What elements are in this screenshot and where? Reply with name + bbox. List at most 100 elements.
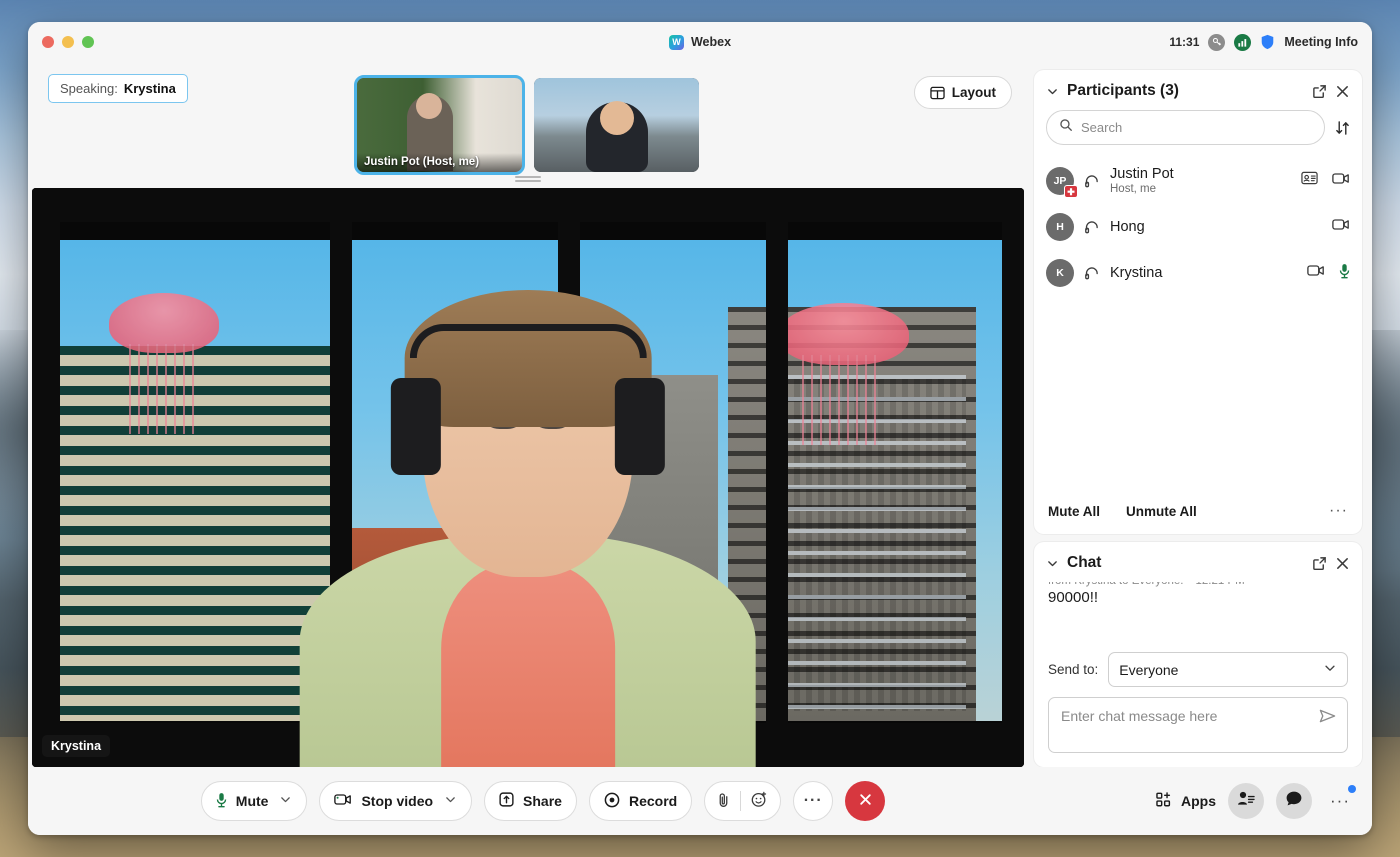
chat-message-time: 12:21 PM: [1196, 582, 1245, 587]
record-button[interactable]: Record: [588, 781, 693, 821]
shield-icon[interactable]: [1260, 34, 1275, 50]
close-icon[interactable]: [1335, 84, 1350, 99]
layout-button[interactable]: Layout: [913, 76, 1012, 109]
avatar-initials: K: [1056, 267, 1064, 279]
chat-message-sender: from Krystina to Everyone:: [1048, 582, 1184, 587]
share-button-label: Share: [523, 793, 562, 809]
chat-bubble-icon: [1285, 790, 1303, 812]
filmstrip-resize-handle[interactable]: [515, 176, 541, 182]
participant-row-krystina[interactable]: K Krystina: [1034, 250, 1362, 296]
participants-search-row: [1034, 110, 1362, 155]
apps-button-label: Apps: [1181, 793, 1217, 809]
main-video[interactable]: Krystina: [32, 188, 1024, 767]
camera-icon[interactable]: [1332, 172, 1350, 190]
send-icon[interactable]: [1319, 708, 1337, 724]
jellyfish-right: [778, 302, 909, 446]
chat-input-wrapper[interactable]: [1048, 697, 1348, 753]
participants-panel-toggle[interactable]: [1228, 783, 1265, 819]
mute-all-button[interactable]: Mute All: [1048, 504, 1100, 519]
stop-video-button-label: Stop video: [361, 793, 434, 809]
popout-icon[interactable]: [1312, 556, 1327, 571]
more-controls-button[interactable]: ···: [793, 781, 834, 821]
layout-button-label: Layout: [951, 85, 996, 100]
participants-panel-footer: Mute All Unmute All ···: [1034, 490, 1362, 534]
reactions-icon[interactable]: [751, 791, 768, 811]
record-icon: [604, 792, 620, 811]
close-icon: [858, 792, 873, 810]
paperclip-icon[interactable]: [717, 792, 730, 811]
key-icon[interactable]: [1208, 33, 1226, 51]
search-input[interactable]: [1081, 120, 1312, 135]
ellipsis-icon: ···: [803, 792, 823, 809]
title-bar: W Webex 11:31 Meeting Info: [28, 22, 1372, 62]
headset-icon: [1084, 219, 1100, 235]
chat-panel: Chat from Krystina to Everyone: 12:21 PM…: [1034, 542, 1362, 767]
participant-info: Hong: [1110, 219, 1322, 235]
chevron-down-icon[interactable]: [1046, 557, 1059, 570]
window-frame-right: [1002, 188, 1024, 767]
participant-info: Justin Pot Host, me: [1110, 166, 1291, 195]
apps-button[interactable]: Apps: [1156, 791, 1217, 811]
share-button[interactable]: Share: [484, 781, 577, 821]
unmute-all-button[interactable]: Unmute All: [1126, 504, 1197, 519]
chevron-down-icon: [1323, 661, 1337, 678]
speaking-label: Speaking:: [60, 81, 118, 96]
search-icon: [1059, 118, 1073, 137]
filmstrip-row: Speaking: Krystina Justin Pot (Host, me): [28, 62, 1028, 188]
thumbnail-hong[interactable]: [534, 78, 699, 172]
chevron-down-icon[interactable]: [444, 793, 457, 809]
window-body: Speaking: Krystina Justin Pot (Host, me): [28, 62, 1372, 767]
mute-button[interactable]: Mute: [200, 781, 308, 821]
avatar: JP ✚: [1046, 166, 1078, 198]
thumbnail-justin-pot[interactable]: Justin Pot (Host, me): [354, 75, 525, 175]
sort-icon[interactable]: [1335, 120, 1350, 136]
name-card-icon[interactable]: [1301, 171, 1318, 190]
participant-row-justin-pot[interactable]: JP ✚ Justin Pot Host, me: [1034, 157, 1362, 204]
close-icon[interactable]: [1335, 556, 1350, 571]
microphone-icon: [216, 792, 227, 811]
headphone-left: [391, 377, 442, 476]
stop-video-button[interactable]: Stop video: [319, 781, 473, 821]
zoom-window-button[interactable]: [82, 36, 94, 48]
search-field[interactable]: [1046, 110, 1325, 145]
minimize-window-button[interactable]: [62, 36, 74, 48]
secondary-controls: Apps ···: [1156, 783, 1356, 819]
chevron-down-icon[interactable]: [279, 793, 292, 809]
participant-info: Krystina: [1110, 265, 1297, 281]
chat-message-list[interactable]: from Krystina to Everyone: 12:21 PM 9000…: [1034, 582, 1362, 644]
apps-grid-icon: [1156, 791, 1173, 811]
meeting-controls-bar: Mute Stop video Share Record ··· Apps ··…: [28, 767, 1372, 835]
overflow-menu-button[interactable]: ···: [1324, 785, 1356, 811]
participant-status-icons: [1301, 171, 1350, 190]
meeting-info-button[interactable]: Meeting Info: [1284, 35, 1358, 49]
chat-panel-toggle[interactable]: [1276, 783, 1313, 819]
window-frame-top: [32, 188, 1024, 222]
chat-message-input[interactable]: [1061, 708, 1313, 742]
window-frame-left: [32, 188, 60, 767]
participant-row-hong[interactable]: H Hong: [1034, 204, 1362, 250]
participant-name: Justin Pot: [1110, 166, 1174, 182]
close-window-button[interactable]: [42, 36, 54, 48]
share-screen-icon: [499, 792, 514, 810]
webex-logo-icon: W: [668, 34, 684, 50]
chat-message-meta: from Krystina to Everyone: 12:21 PM: [1048, 582, 1348, 587]
leave-meeting-button[interactable]: [845, 781, 886, 821]
camera-icon[interactable]: [1332, 218, 1350, 236]
participant-role: Host, me: [1110, 183, 1157, 195]
headphone-right: [614, 377, 665, 476]
microphone-active-icon[interactable]: [1339, 263, 1350, 284]
popout-icon[interactable]: [1312, 84, 1327, 99]
headset-icon: [1084, 173, 1100, 189]
chat-panel-header: Chat: [1034, 542, 1362, 582]
main-video-name-label: Krystina: [42, 735, 111, 757]
send-to-label: Send to:: [1048, 662, 1099, 677]
camera-icon[interactable]: [1307, 264, 1325, 282]
thumbnail-video-feed: [534, 78, 699, 172]
jellyfish-left: [108, 292, 219, 434]
notification-dot: [1348, 785, 1356, 793]
send-to-select[interactable]: Everyone: [1108, 652, 1348, 687]
chevron-down-icon[interactable]: [1046, 85, 1059, 98]
signal-strength-icon[interactable]: [1234, 33, 1252, 51]
main-video-container: Krystina: [28, 188, 1028, 767]
participants-more-button[interactable]: ···: [1329, 502, 1348, 520]
